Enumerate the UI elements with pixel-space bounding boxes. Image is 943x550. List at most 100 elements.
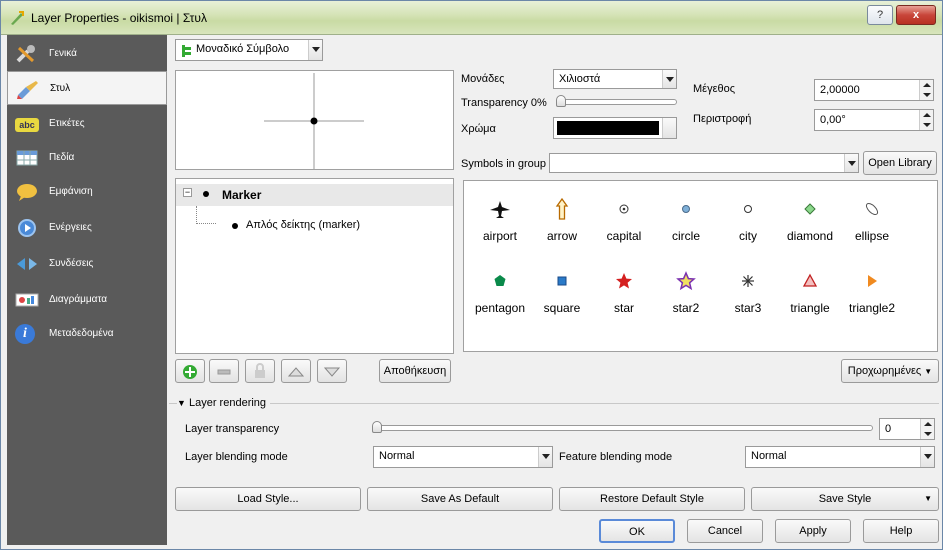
sidebar-item-label: Στυλ xyxy=(50,83,71,94)
feature-blending-value: Normal xyxy=(751,450,787,462)
symbol-triangle2[interactable]: triangle2 xyxy=(836,265,908,327)
tree-branch-line xyxy=(196,206,197,224)
chevron-down-icon xyxy=(662,70,676,88)
close-button[interactable]: x xyxy=(896,5,936,25)
load-style-button[interactable]: Load Style... xyxy=(175,487,361,511)
save-style-button[interactable]: Save Style ▼ xyxy=(751,487,939,511)
sidebar: Γενικά Στυλ abc Ετικέτες Πεδία Εμφάνιση … xyxy=(7,35,167,545)
transparency-slider-handle[interactable] xyxy=(556,95,566,107)
qgis-app-icon xyxy=(11,11,24,25)
symbol-ellipse[interactable]: ellipse xyxy=(836,193,908,255)
move-down-button[interactable] xyxy=(317,359,347,383)
feature-blending-combo[interactable]: Normal xyxy=(745,446,935,468)
triangle-up-icon xyxy=(288,367,304,377)
symbols-group-combo[interactable] xyxy=(549,153,859,173)
save-symbol-button[interactable]: Αποθήκευση xyxy=(379,359,451,383)
rotation-value: 0,00° xyxy=(820,114,846,126)
sidebar-item-fields[interactable]: Πεδία xyxy=(7,141,167,175)
help-title-button[interactable]: ? xyxy=(867,5,893,25)
chart-icon xyxy=(15,293,39,307)
tree-root-label: Marker xyxy=(222,188,262,202)
symbol-grid: airport arrow capital circle city diamon… xyxy=(463,180,938,352)
layer-transparency-spinbox[interactable]: 0 xyxy=(879,418,935,440)
tree-branch-line xyxy=(196,223,216,224)
layer-transparency-slider-handle[interactable] xyxy=(372,421,382,433)
gear-actions-icon xyxy=(18,219,36,237)
restore-default-style-button[interactable]: Restore Default Style xyxy=(559,487,745,511)
spin-arrows-icon[interactable] xyxy=(919,110,933,130)
style-content: Μοναδικό Σύμβολο − Marker Απλός δείκτης … xyxy=(167,35,942,549)
paintbrush-icon xyxy=(17,81,38,99)
sidebar-item-label: Μεταδεδομένα xyxy=(49,328,114,339)
layer-blending-combo[interactable]: Normal xyxy=(373,446,553,468)
advanced-button[interactable]: Προχωρημένες ▼ xyxy=(841,359,939,383)
layer-rendering-header[interactable]: ▼ Layer rendering xyxy=(177,397,271,409)
move-up-button[interactable] xyxy=(281,359,311,383)
chevron-down-icon: ▼ xyxy=(924,494,932,503)
chevron-down-icon xyxy=(308,40,322,60)
sidebar-item-diagrams[interactable]: Διαγράμματα xyxy=(7,283,167,317)
units-value: Χιλιοστά xyxy=(559,73,601,85)
chevron-down-icon xyxy=(844,154,858,172)
sidebar-item-style[interactable]: Στυλ xyxy=(7,71,167,105)
sidebar-item-actions[interactable]: Ενέργειες xyxy=(7,211,167,245)
tree-row-simple-marker[interactable]: Απλός δείκτης (marker) xyxy=(220,215,445,235)
sidebar-item-label: Γενικά xyxy=(49,48,77,59)
transparency-slider[interactable] xyxy=(559,99,677,105)
triangle-right-icon xyxy=(868,275,877,287)
units-combo[interactable]: Χιλιοστά xyxy=(553,69,677,89)
open-library-button[interactable]: Open Library xyxy=(863,151,937,175)
tree-row-marker[interactable]: − Marker xyxy=(176,184,453,206)
cancel-button[interactable]: Cancel xyxy=(687,519,763,543)
lock-icon xyxy=(255,363,265,378)
spin-arrows-icon[interactable] xyxy=(920,419,934,439)
sidebar-item-metadata[interactable]: i Μεταδεδομένα xyxy=(7,317,167,351)
sidebar-item-display[interactable]: Εμφάνιση xyxy=(7,175,167,209)
ellipse-icon xyxy=(865,202,879,216)
table-fields-icon xyxy=(16,150,38,166)
wrench-icon xyxy=(16,45,35,63)
rotation-label: Περιστροφή xyxy=(693,113,752,125)
rotation-spinbox[interactable]: 0,00° xyxy=(814,109,934,131)
remove-layer-button[interactable] xyxy=(209,359,239,383)
apply-button[interactable]: Apply xyxy=(775,519,851,543)
single-symbol-icon xyxy=(182,45,191,57)
feature-blending-label: Feature blending mode xyxy=(559,451,673,463)
abc-badge-text: abc xyxy=(19,120,35,130)
speech-bubble-icon xyxy=(17,184,37,201)
chevron-down-icon xyxy=(920,447,934,467)
tree-child-label: Απλός δείκτης (marker) xyxy=(246,219,361,231)
collapse-icon[interactable]: − xyxy=(183,188,192,197)
color-label: Χρώμα xyxy=(461,123,496,135)
sidebar-item-labels[interactable]: abc Ετικέτες xyxy=(7,107,167,141)
symbol-preview xyxy=(175,70,454,170)
units-label: Μονάδες xyxy=(461,73,505,85)
size-spinbox[interactable]: 2,00000 xyxy=(814,79,934,101)
layer-transparency-slider[interactable] xyxy=(375,425,873,431)
advanced-label: Προχωρημένες xyxy=(847,365,922,377)
layer-properties-window: Layer Properties - oikismoi | Στυλ ? x Γ… xyxy=(0,0,943,550)
symbol-name: triangle2 xyxy=(848,301,896,315)
layer-transparency-value: 0 xyxy=(885,423,892,435)
symbols-group-label: Symbols in group xyxy=(461,158,546,170)
ok-button[interactable]: OK xyxy=(599,519,675,543)
marker-preview-icon xyxy=(264,73,364,169)
layer-rendering-title: Layer rendering xyxy=(188,397,267,409)
marker-dot-icon xyxy=(203,191,209,197)
color-swatch xyxy=(557,121,659,135)
size-label: Μέγεθος xyxy=(693,83,736,95)
minus-icon xyxy=(217,369,231,375)
sidebar-item-general[interactable]: Γενικά xyxy=(7,37,167,71)
add-layer-button[interactable] xyxy=(175,359,205,383)
sidebar-item-joins[interactable]: Συνδέσεις xyxy=(7,247,167,281)
renderer-combo[interactable]: Μοναδικό Σύμβολο xyxy=(175,39,323,61)
sidebar-item-label: Συνδέσεις xyxy=(49,258,94,269)
sidebar-item-label: Εμφάνιση xyxy=(49,186,93,197)
lock-layer-button[interactable] xyxy=(245,359,275,383)
color-button[interactable] xyxy=(553,117,677,139)
size-value: 2,00000 xyxy=(820,84,860,96)
spin-arrows-icon[interactable] xyxy=(919,80,933,100)
abc-label-icon: abc xyxy=(15,118,39,132)
save-as-default-button[interactable]: Save As Default xyxy=(367,487,553,511)
help-button[interactable]: Help xyxy=(863,519,939,543)
